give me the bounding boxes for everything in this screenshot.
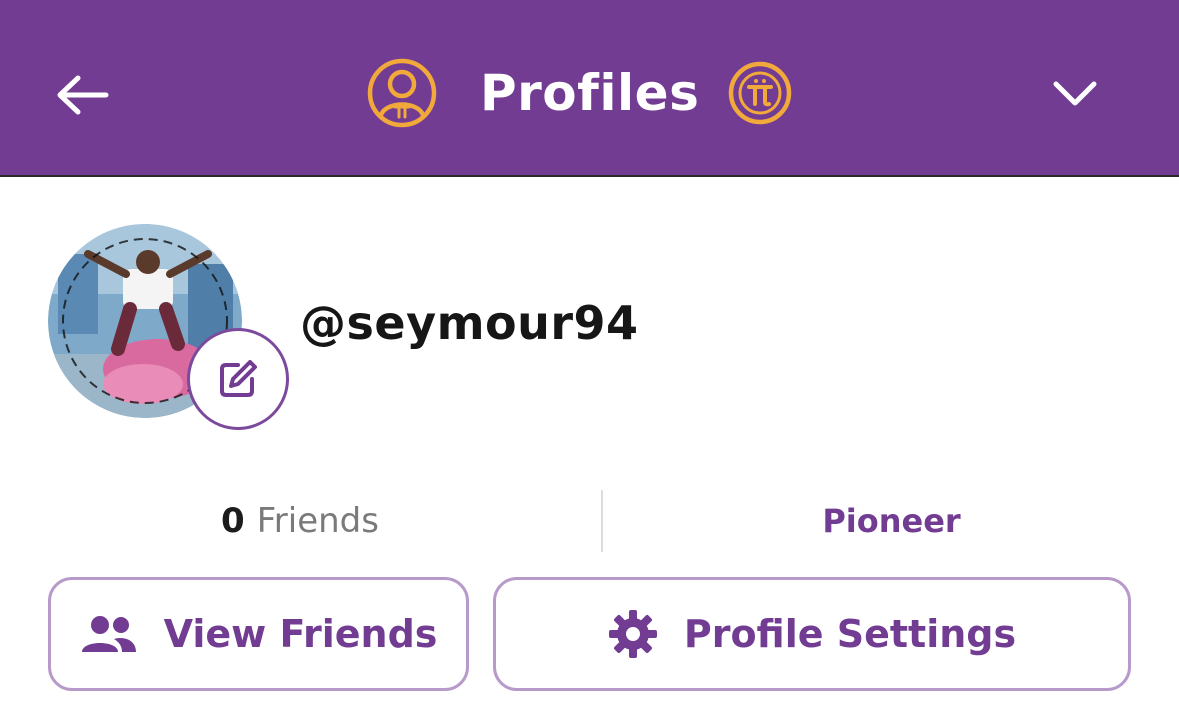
view-friends-button[interactable]: View Friends: [48, 577, 469, 691]
role-badge: Pioneer: [822, 502, 961, 540]
title-group: Profiles: [366, 55, 793, 131]
edit-pencil-icon: [220, 360, 257, 397]
view-friends-label: View Friends: [163, 612, 438, 656]
friends-label: Friends: [256, 501, 379, 541]
back-button[interactable]: [48, 60, 118, 130]
gear-icon: [608, 609, 658, 659]
pi-coin-icon: [729, 61, 792, 125]
dropdown-toggle[interactable]: [1040, 62, 1110, 124]
profile-pi-icon: [367, 58, 437, 128]
friends-count: 0: [221, 501, 245, 541]
username: @seymour94: [300, 296, 639, 350]
profile-settings-label: Profile Settings: [683, 612, 1017, 656]
friends-stat: 0 Friends: [0, 488, 600, 554]
friends-icon: [80, 614, 138, 654]
edit-avatar-button[interactable]: [187, 328, 289, 430]
stat-divider: [601, 490, 603, 552]
top-bar: Profiles: [0, 0, 1179, 177]
page-title: Profiles: [480, 64, 700, 122]
arrow-left-icon: [57, 75, 109, 115]
profile-settings-button[interactable]: Profile Settings: [493, 577, 1131, 691]
profile-stats: 0 Friends Pioneer: [0, 488, 1179, 554]
chevron-down-icon: [1053, 81, 1097, 106]
